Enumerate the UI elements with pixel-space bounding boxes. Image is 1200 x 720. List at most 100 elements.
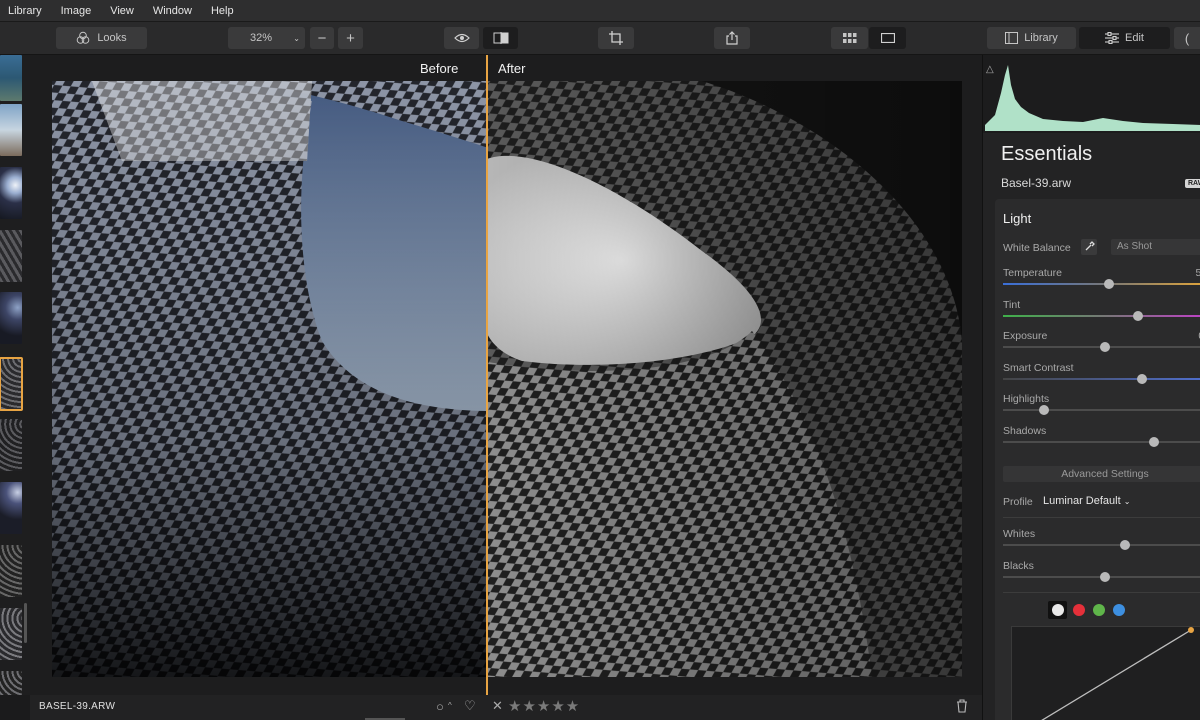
zoom-select[interactable]: 32% ⌄	[228, 27, 305, 49]
section-title[interactable]: Light	[1003, 211, 1031, 226]
profile-label: Profile	[1003, 496, 1033, 508]
adjustment-slider[interactable]	[1003, 373, 1200, 384]
crop-icon	[609, 31, 623, 45]
thumbnail[interactable]	[0, 419, 22, 471]
plus-icon: +	[346, 29, 355, 47]
thumbnail[interactable]	[0, 608, 22, 660]
looks-button[interactable]: Looks	[56, 27, 147, 49]
thumbnail[interactable]	[0, 545, 22, 597]
adjustment-value: 530	[1195, 267, 1200, 279]
preview-toggle-button[interactable]	[444, 27, 479, 49]
adjustment-label: Smart Contrast	[1003, 361, 1074, 374]
advanced-settings-button[interactable]: Advanced Settings	[1003, 466, 1200, 482]
adjustment-slider-handle[interactable]	[1104, 279, 1115, 289]
thumbnail-selected[interactable]	[0, 357, 23, 411]
light-section: Light White Balance As Shot Temperature 5…	[995, 199, 1200, 720]
edit-panel: △ Essentials Basel-39.arw RAW Light Whit…	[982, 55, 1200, 720]
filmstrip	[0, 55, 30, 695]
adjustment-label: Temperature	[1003, 267, 1062, 279]
thumbnail[interactable]	[0, 104, 22, 156]
thumbnail[interactable]	[0, 167, 22, 219]
photo	[52, 81, 962, 677]
menu-library[interactable]: Library	[8, 5, 42, 17]
reject-icon[interactable]: ✕	[492, 698, 503, 714]
channel-blue-button[interactable]	[1113, 604, 1125, 616]
compare-button[interactable]	[483, 27, 518, 49]
panel-title: Essentials	[1001, 143, 1093, 165]
adjustment-slider-handle[interactable]	[1038, 405, 1049, 415]
after-label: After	[498, 61, 526, 76]
menu-window[interactable]: Window	[153, 5, 192, 17]
panel-filename: Basel-39.arw	[1001, 176, 1072, 190]
zoom-in-button[interactable]: +	[338, 27, 363, 49]
adjustment-slider-handle[interactable]	[1136, 373, 1147, 384]
tone-slider-handle[interactable]	[1120, 540, 1131, 550]
menu-view[interactable]: View	[110, 5, 134, 17]
star-rating[interactable]: ★★★★★	[508, 697, 580, 715]
channel-green-button[interactable]	[1093, 604, 1105, 616]
thumbnail[interactable]	[0, 55, 22, 101]
minus-icon: −	[317, 29, 327, 47]
zoom-out-button[interactable]: −	[310, 27, 334, 49]
tone-slider-handle[interactable]	[1100, 572, 1110, 582]
chevron-down-icon: ⌄	[293, 33, 300, 43]
image-canvas[interactable]: Before After	[30, 55, 982, 695]
crop-button[interactable]	[598, 27, 634, 49]
adjustment-slider[interactable]	[1003, 279, 1200, 289]
filmstrip-scrollbar[interactable]	[24, 603, 27, 643]
tone-label: Blacks	[1003, 560, 1034, 572]
channel-luminance-button[interactable]	[1052, 604, 1064, 616]
adjustment-slider[interactable]	[1003, 405, 1200, 415]
split-view-icon	[493, 32, 509, 44]
raw-badge: RAW	[1185, 179, 1200, 188]
histogram: △	[983, 55, 1200, 133]
looks-icon	[76, 31, 90, 45]
adjustment-slider-handle[interactable]	[1100, 342, 1110, 352]
white-balance-select[interactable]: As Shot	[1111, 239, 1200, 255]
adjustment-slider[interactable]	[1003, 342, 1200, 352]
thumbnail[interactable]	[0, 292, 22, 344]
adjustment-slider-handle[interactable]	[1132, 310, 1143, 321]
edit-tab[interactable]: Edit	[1079, 27, 1170, 49]
adjustment-slider[interactable]	[1003, 436, 1200, 447]
compare-divider-handle[interactable]	[486, 55, 488, 695]
library-tab-label: Library	[1024, 32, 1058, 44]
eyedropper-button[interactable]	[1081, 239, 1097, 255]
single-image-icon	[880, 33, 895, 43]
extra-tab[interactable]: (	[1174, 27, 1200, 49]
share-button[interactable]	[714, 27, 750, 49]
heart-icon[interactable]: ♡	[464, 698, 476, 714]
trash-icon[interactable]	[956, 699, 968, 718]
profile-select[interactable]: Luminar Default ⌄	[1043, 495, 1130, 507]
adjustment-label: Exposure	[1003, 330, 1048, 342]
menu-bar: Library Image View Window Help	[0, 0, 1200, 22]
library-tab[interactable]: Library	[987, 27, 1076, 49]
tone-slider[interactable]	[1003, 540, 1200, 550]
single-view-button[interactable]	[869, 27, 906, 49]
adjustment-label: Highlights	[1003, 393, 1050, 405]
tone-curve[interactable]	[1011, 626, 1200, 720]
divider	[1003, 592, 1200, 593]
thumbnail[interactable]	[0, 230, 22, 282]
thumbnail[interactable]	[0, 671, 22, 695]
menu-help[interactable]: Help	[211, 5, 234, 17]
eye-icon	[453, 33, 470, 43]
white-balance-label: White Balance	[1003, 242, 1071, 254]
channel-red-button[interactable]	[1073, 604, 1085, 616]
sliders-icon	[1105, 32, 1120, 44]
menu-image[interactable]: Image	[61, 5, 92, 17]
before-label: Before	[420, 61, 459, 76]
white-balance-value: As Shot	[1117, 241, 1153, 252]
chevron-down-icon: ⌄	[1123, 497, 1131, 506]
grid-view-button[interactable]	[831, 27, 868, 49]
zoom-value: 32%	[250, 32, 273, 44]
thumbnail[interactable]	[0, 482, 22, 534]
chevron-up-icon[interactable]: ^	[448, 701, 452, 710]
advanced-settings-label: Advanced Settings	[1061, 468, 1149, 480]
adjustment-slider[interactable]	[1003, 310, 1200, 321]
looks-label: Looks	[97, 32, 127, 44]
tone-slider[interactable]	[1003, 572, 1200, 582]
color-label-icon[interactable]: ○	[436, 699, 444, 714]
adjustment-slider-handle[interactable]	[1148, 436, 1159, 447]
adjustment-label: Tint	[1003, 298, 1021, 311]
